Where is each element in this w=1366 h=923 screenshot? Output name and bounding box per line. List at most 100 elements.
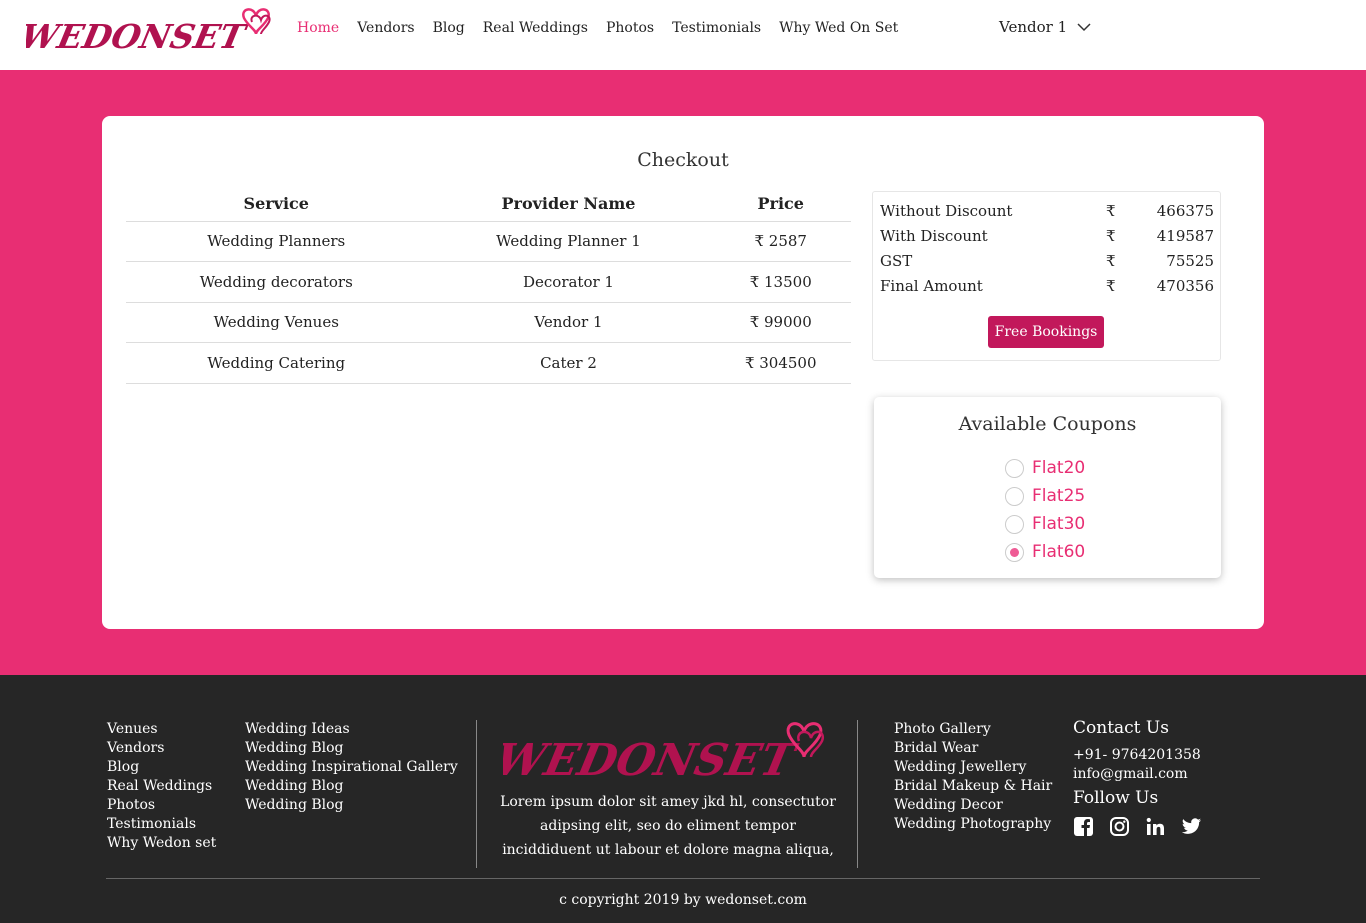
footer-link[interactable]: Wedding Blog [245, 796, 458, 815]
svg-text:WEDONSET: WEDONSET [503, 734, 802, 785]
linkedin-icon[interactable] [1145, 816, 1166, 837]
provider-cell: Wedding Planner 1 [426, 221, 711, 262]
price-cell: ₹ 2587 [710, 221, 851, 262]
price-summary: Without Discount ₹ 466375 With Discount … [872, 191, 1221, 361]
instagram-icon[interactable] [1109, 816, 1130, 837]
footer-link[interactable]: Real Weddings [107, 777, 216, 796]
twitter-icon[interactable] [1181, 816, 1202, 837]
service-cell: Wedding Venues [126, 302, 427, 343]
summary-value: 75525 [1166, 252, 1214, 270]
currency-symbol: ₹ [1106, 227, 1116, 245]
summary-label: With Discount [880, 227, 988, 245]
column-header-service: Service [126, 186, 427, 222]
footer-link[interactable]: Wedding Blog [245, 739, 458, 758]
footer-about-text: Lorem ipsum dolor sit amey jkd hl, conse… [500, 794, 836, 858]
currency-symbol: ₹ [1106, 277, 1116, 295]
footer-link[interactable]: Vendors [107, 739, 216, 758]
footer-link[interactable]: Photos [107, 796, 216, 815]
footer-link[interactable]: Wedding Jewellery [894, 758, 1052, 777]
site-footer: Venues Vendors Blog Real Weddings Photos… [0, 675, 1366, 923]
footer-link[interactable]: Testimonials [107, 815, 216, 834]
footer-links-ideas: Wedding Ideas Wedding Blog Wedding Inspi… [245, 720, 458, 815]
user-menu[interactable]: Vendor 1 [999, 18, 1091, 36]
service-cell: Wedding Planners [126, 221, 427, 262]
footer-link[interactable]: Wedding Photography [894, 815, 1052, 834]
svg-text:WEDONSET: WEDONSET [26, 17, 251, 56]
footer-link[interactable]: Bridal Makeup & Hair [894, 777, 1052, 796]
radio-button[interactable] [1005, 458, 1024, 478]
nav-why-wed-on-set[interactable]: Why Wed On Set [779, 20, 898, 36]
footer-divider [476, 720, 477, 868]
coupon-option-flat30[interactable]: Flat30 [1005, 514, 1085, 534]
price-cell: ₹ 304500 [710, 342, 851, 384]
footer-link[interactable]: Wedding Inspirational Gallery [245, 758, 458, 777]
provider-cell: Vendor 1 [426, 302, 711, 343]
table-row: Wedding Catering Cater 2 ₹ 304500 [126, 342, 851, 384]
coupon-label: Flat25 [1032, 486, 1086, 506]
contact-email[interactable]: info@gmail.com [1073, 766, 1188, 782]
summary-row-final-amount: Final Amount ₹ 470356 [880, 277, 1214, 297]
copyright-text: c copyright 2019 by wedonset.com [559, 892, 807, 908]
nav-home[interactable]: Home [297, 20, 339, 36]
radio-button-selected[interactable] [1005, 542, 1024, 562]
footer-links-main: Venues Vendors Blog Real Weddings Photos… [107, 720, 216, 853]
table-row: Wedding Venues Vendor 1 ₹ 99000 [126, 302, 851, 343]
coupons-panel: Available Coupons Flat20 Flat25 Flat30 F… [874, 397, 1221, 578]
coupon-option-flat60[interactable]: Flat60 [1005, 542, 1085, 562]
user-name: Vendor 1 [999, 18, 1068, 36]
summary-label: Final Amount [880, 277, 983, 295]
footer-link[interactable]: Wedding Ideas [245, 720, 458, 739]
price-cell: ₹ 13500 [710, 261, 851, 303]
footer-link[interactable]: Why Wedon set [107, 834, 216, 853]
nav-blog[interactable]: Blog [433, 20, 465, 36]
nav-photos[interactable]: Photos [606, 20, 654, 36]
radio-button[interactable] [1005, 486, 1024, 506]
service-cell: Wedding Catering [126, 342, 427, 384]
facebook-icon[interactable] [1073, 816, 1094, 837]
nav-vendors[interactable]: Vendors [357, 20, 414, 36]
coupons-title: Available Coupons [958, 413, 1137, 435]
footer-link[interactable]: Wedding Blog [245, 777, 458, 796]
summary-row-without-discount: Without Discount ₹ 466375 [880, 202, 1214, 222]
table-header-row: Service Provider Name Price [126, 186, 851, 222]
nav-real-weddings[interactable]: Real Weddings [483, 20, 588, 36]
footer-divider [857, 720, 858, 868]
footer-link[interactable]: Wedding Decor [894, 796, 1052, 815]
summary-value: 470356 [1156, 277, 1214, 295]
services-table: Service Provider Name Price Wedding Plan… [126, 186, 851, 384]
wedonset-logo[interactable]: WEDONSET [26, 4, 276, 56]
provider-cell: Cater 2 [426, 342, 711, 384]
coupon-option-flat20[interactable]: Flat20 [1005, 458, 1085, 478]
coupon-label: Flat60 [1032, 542, 1086, 562]
column-header-price: Price [710, 186, 851, 222]
social-links [1073, 816, 1202, 837]
currency-symbol: ₹ [1106, 202, 1116, 220]
coupon-label: Flat30 [1032, 514, 1086, 534]
summary-label: Without Discount [880, 202, 1013, 220]
footer-wedonset-logo[interactable]: WEDONSET [503, 717, 833, 785]
footer-links-gallery: Photo Gallery Bridal Wear Wedding Jewell… [894, 720, 1052, 834]
chevron-down-icon [1077, 22, 1091, 31]
footer-link[interactable]: Venues [107, 720, 216, 739]
nav-testimonials[interactable]: Testimonials [672, 20, 761, 36]
main-nav: Home Vendors Blog Real Weddings Photos T… [297, 20, 898, 36]
service-cell: Wedding decorators [126, 261, 427, 303]
summary-row-gst: GST ₹ 75525 [880, 252, 1214, 272]
footer-link[interactable]: Bridal Wear [894, 739, 1052, 758]
contact-phone[interactable]: +91- 9764201358 [1073, 747, 1201, 763]
page-title: Checkout [637, 149, 729, 171]
footer-link[interactable]: Blog [107, 758, 216, 777]
price-cell: ₹ 99000 [710, 302, 851, 343]
table-row: Wedding decorators Decorator 1 ₹ 13500 [126, 261, 851, 303]
free-bookings-button[interactable]: Free Bookings [988, 316, 1104, 348]
summary-value: 466375 [1156, 202, 1214, 220]
table-row: Wedding Planners Wedding Planner 1 ₹ 258… [126, 221, 851, 262]
summary-value: 419587 [1156, 227, 1214, 245]
radio-button[interactable] [1005, 514, 1024, 534]
footer-link[interactable]: Photo Gallery [894, 720, 1052, 739]
column-header-provider: Provider Name [426, 186, 711, 222]
coupon-option-flat25[interactable]: Flat25 [1005, 486, 1085, 506]
follow-heading: Follow Us [1073, 788, 1159, 808]
provider-cell: Decorator 1 [426, 261, 711, 303]
currency-symbol: ₹ [1106, 252, 1116, 270]
